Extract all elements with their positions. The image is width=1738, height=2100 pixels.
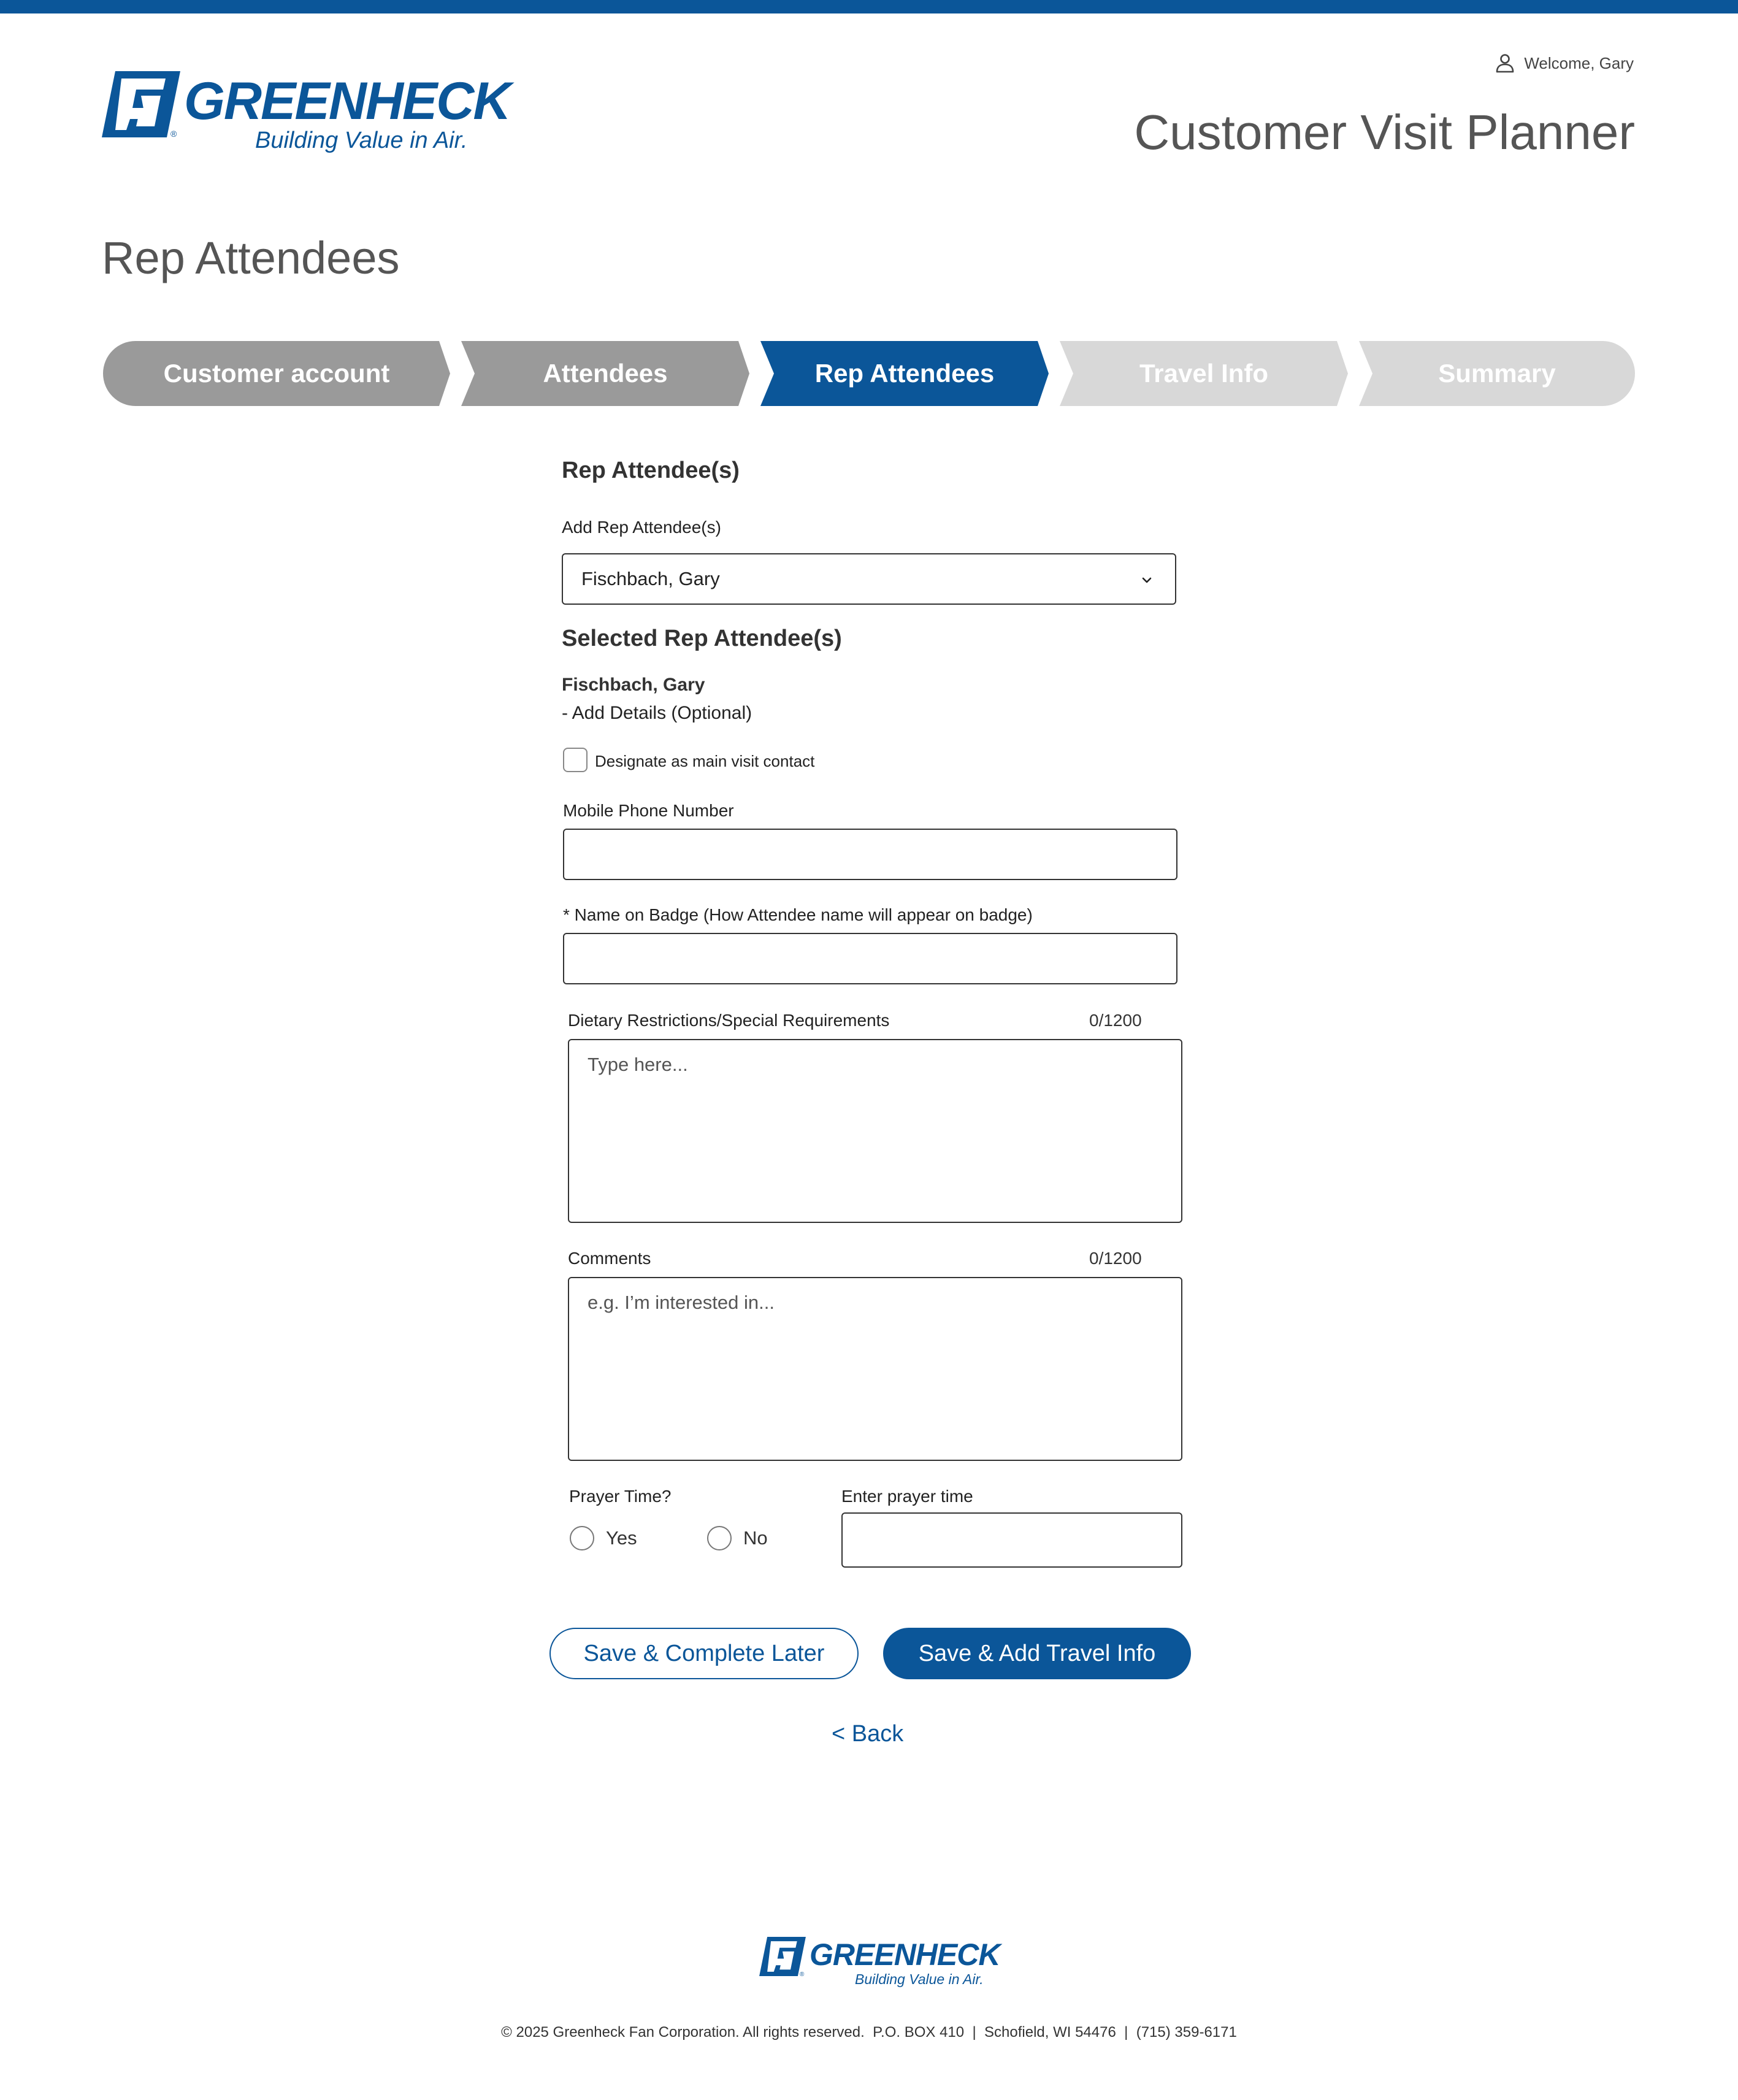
save-complete-later-button[interactable]: Save & Complete Later [549, 1628, 859, 1679]
footer-copyright: © 2025 Greenheck Fan Corporation. All ri… [501, 2024, 1237, 2041]
progress-stepper: Customer account Attendees Rep Attendees… [103, 341, 1635, 406]
rep-attendee-select[interactable]: Fischbach, Gary [562, 553, 1176, 605]
footer-greenheck-logo: ® GREENHECK Building Value in Air. [759, 1937, 1000, 1993]
prayer-no-label[interactable]: No [743, 1527, 768, 1549]
designate-main-contact-checkbox[interactable] [563, 748, 588, 772]
add-rep-label: Add Rep Attendee(s) [562, 518, 721, 537]
prayer-time-input[interactable] [841, 1512, 1182, 1568]
comments-textarea[interactable]: e.g. I’m interested in... [568, 1277, 1182, 1461]
add-details-toggle[interactable]: - Add Details (Optional) [562, 703, 752, 724]
app-title: Customer Visit Planner [1134, 105, 1635, 159]
page-title: Rep Attendees [102, 232, 400, 283]
prayer-time-input-label: Enter prayer time [841, 1487, 973, 1506]
save-add-travel-info-button[interactable]: Save & Add Travel Info [883, 1628, 1191, 1679]
step-summary: Summary [1359, 341, 1635, 406]
logo-tagline: Building Value in Air. [255, 128, 468, 153]
footer-logo-wordmark: GREENHECK [810, 1937, 1000, 1972]
greenheck-logo[interactable]: ® GREENHECK Building Value in Air. [102, 71, 511, 161]
step-customer-account[interactable]: Customer account [103, 341, 450, 406]
mobile-phone-input[interactable] [563, 829, 1177, 880]
footer-logo-tagline: Building Value in Air. [855, 1971, 984, 1987]
step-travel-info: Travel Info [1060, 341, 1348, 406]
dietary-textarea[interactable]: Type here... [568, 1039, 1182, 1223]
dietary-placeholder: Type here... [588, 1054, 688, 1075]
dietary-char-counter: 0/1200 [1089, 1011, 1142, 1030]
prayer-time-label: Prayer Time? [569, 1487, 672, 1506]
chevron-down-icon [1142, 577, 1152, 583]
footer-logo-registered-mark: ® [800, 1971, 805, 1978]
comments-placeholder: e.g. I’m interested in... [588, 1292, 775, 1313]
prayer-no-radio[interactable] [707, 1526, 732, 1550]
selected-title: Selected Rep Attendee(s) [562, 626, 842, 651]
back-link[interactable]: < Back [832, 1721, 903, 1747]
step-attendees[interactable]: Attendees [461, 341, 749, 406]
logo-wordmark: GREENHECK [184, 72, 511, 131]
comments-char-counter: 0/1200 [1089, 1249, 1142, 1268]
top-accent-bar [0, 0, 1738, 13]
badge-name-label: * Name on Badge (How Attendee name will … [563, 905, 1033, 924]
user-icon [1496, 54, 1514, 73]
logo-registered-mark: ® [170, 129, 177, 139]
step-rep-attendees[interactable]: Rep Attendees [760, 341, 1049, 406]
user-menu[interactable]: Welcome, Gary [1495, 53, 1634, 74]
dietary-label: Dietary Restrictions/Special Requirement… [568, 1011, 890, 1030]
section-title: Rep Attendee(s) [562, 458, 740, 483]
prayer-yes-radio[interactable] [570, 1526, 594, 1550]
selected-attendee-name: Fischbach, Gary [562, 675, 705, 695]
comments-label: Comments [568, 1249, 651, 1268]
select-value: Fischbach, Gary [581, 568, 720, 589]
footer-logo-mark-icon [759, 1937, 806, 1976]
greenheck-logo-mark-icon [102, 71, 180, 137]
badge-name-input[interactable] [563, 933, 1177, 984]
mobile-phone-label: Mobile Phone Number [563, 801, 734, 820]
welcome-text: Welcome, Gary [1524, 53, 1634, 72]
designate-main-contact-label[interactable]: Designate as main visit contact [595, 752, 814, 771]
prayer-yes-label[interactable]: Yes [606, 1527, 637, 1549]
